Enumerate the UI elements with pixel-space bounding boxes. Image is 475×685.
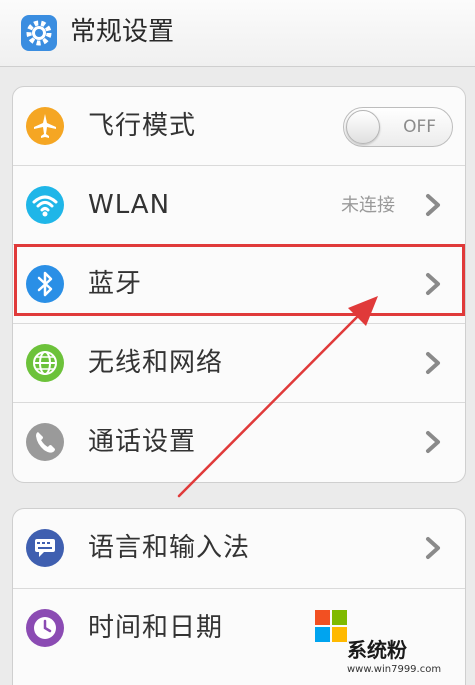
keyboard-icon	[26, 529, 64, 567]
gear-icon	[21, 15, 57, 51]
chevron-right-icon	[426, 431, 440, 453]
wlan-status: 未连接	[341, 195, 395, 216]
settings-item-label: 语言和输入法	[88, 533, 251, 563]
settings-item-label: WLAN	[88, 190, 171, 220]
settings-item-airplane-mode[interactable]: 飞行模式 OFF	[13, 87, 465, 165]
chevron-right-icon	[426, 194, 440, 216]
wifi-icon	[26, 186, 64, 224]
settings-item-wireless-network[interactable]: 无线和网络	[13, 323, 465, 402]
settings-item-label: 通话设置	[88, 427, 197, 457]
watermark-name: 系统粉	[347, 638, 407, 662]
toggle-state-label: OFF	[403, 117, 436, 137]
chevron-right-icon	[426, 352, 440, 374]
settings-item-label: 时间和日期	[88, 613, 224, 643]
bluetooth-icon	[26, 265, 64, 303]
phone-icon	[26, 423, 64, 461]
globe-icon	[26, 344, 64, 382]
settings-item-wlan[interactable]: WLAN 未连接	[13, 165, 465, 244]
windows-logo-icon	[315, 610, 347, 642]
chevron-right-icon	[426, 537, 440, 559]
airplane-mode-toggle[interactable]: OFF	[343, 107, 453, 147]
settings-item-label: 飞行模式	[88, 111, 197, 141]
settings-group-connectivity: 飞行模式 OFF WLAN 未连接 蓝牙 无线和网络 通话设置	[12, 86, 466, 483]
settings-item-label: 蓝牙	[88, 269, 143, 299]
settings-item-bluetooth[interactable]: 蓝牙	[13, 244, 465, 323]
page-title: 常规设置	[70, 17, 175, 47]
watermark: 系统粉 www.win7999.com	[309, 610, 469, 682]
settings-item-language-input[interactable]: 语言和输入法	[13, 509, 465, 587]
chevron-right-icon	[426, 273, 440, 295]
settings-item-label: 无线和网络	[88, 348, 224, 378]
airplane-icon	[26, 107, 64, 145]
title-bar: 常规设置	[0, 0, 475, 67]
clock-icon	[26, 609, 64, 647]
watermark-url: www.win7999.com	[347, 664, 442, 675]
toggle-knob	[346, 110, 380, 144]
settings-item-call-settings[interactable]: 通话设置	[13, 402, 465, 481]
